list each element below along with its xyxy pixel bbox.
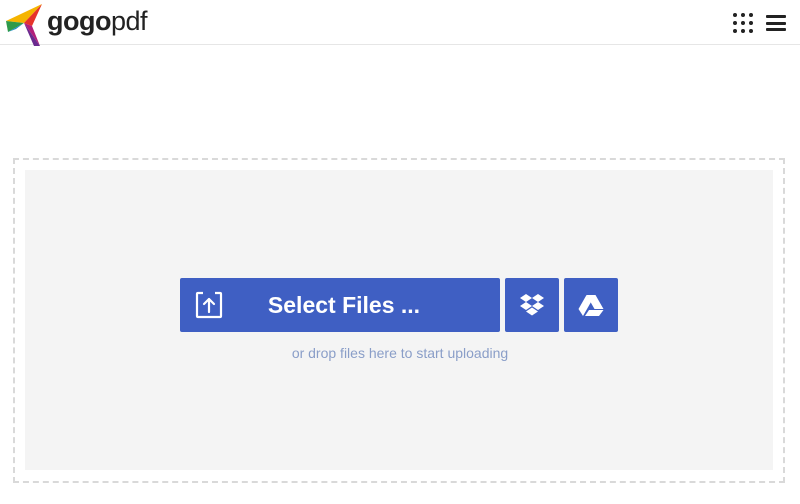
google-drive-icon (578, 295, 604, 316)
header-actions (732, 12, 786, 34)
dropbox-button[interactable] (505, 278, 559, 332)
logo-text-light: pdf (110, 5, 148, 36)
logo-text-bold: gogo (47, 5, 111, 36)
select-files-button[interactable]: Select Files ... (180, 278, 500, 332)
grid-apps-icon[interactable] (732, 12, 754, 34)
logo-text: gogopdf (47, 5, 148, 36)
google-drive-button[interactable] (564, 278, 618, 332)
upload-icon (195, 291, 223, 319)
select-files-label: Select Files ... (267, 291, 421, 318)
gogopdf-logo-icon (6, 4, 42, 46)
top-header: gogopdf (0, 0, 800, 46)
hamburger-menu-icon[interactable] (766, 15, 786, 31)
upload-buttons: Select Files ... (180, 278, 618, 332)
gogopdf-logo[interactable]: gogopdf (4, 2, 148, 46)
drop-hint-text: or drop files here to start uploading (291, 345, 509, 361)
dropbox-icon (520, 294, 544, 316)
